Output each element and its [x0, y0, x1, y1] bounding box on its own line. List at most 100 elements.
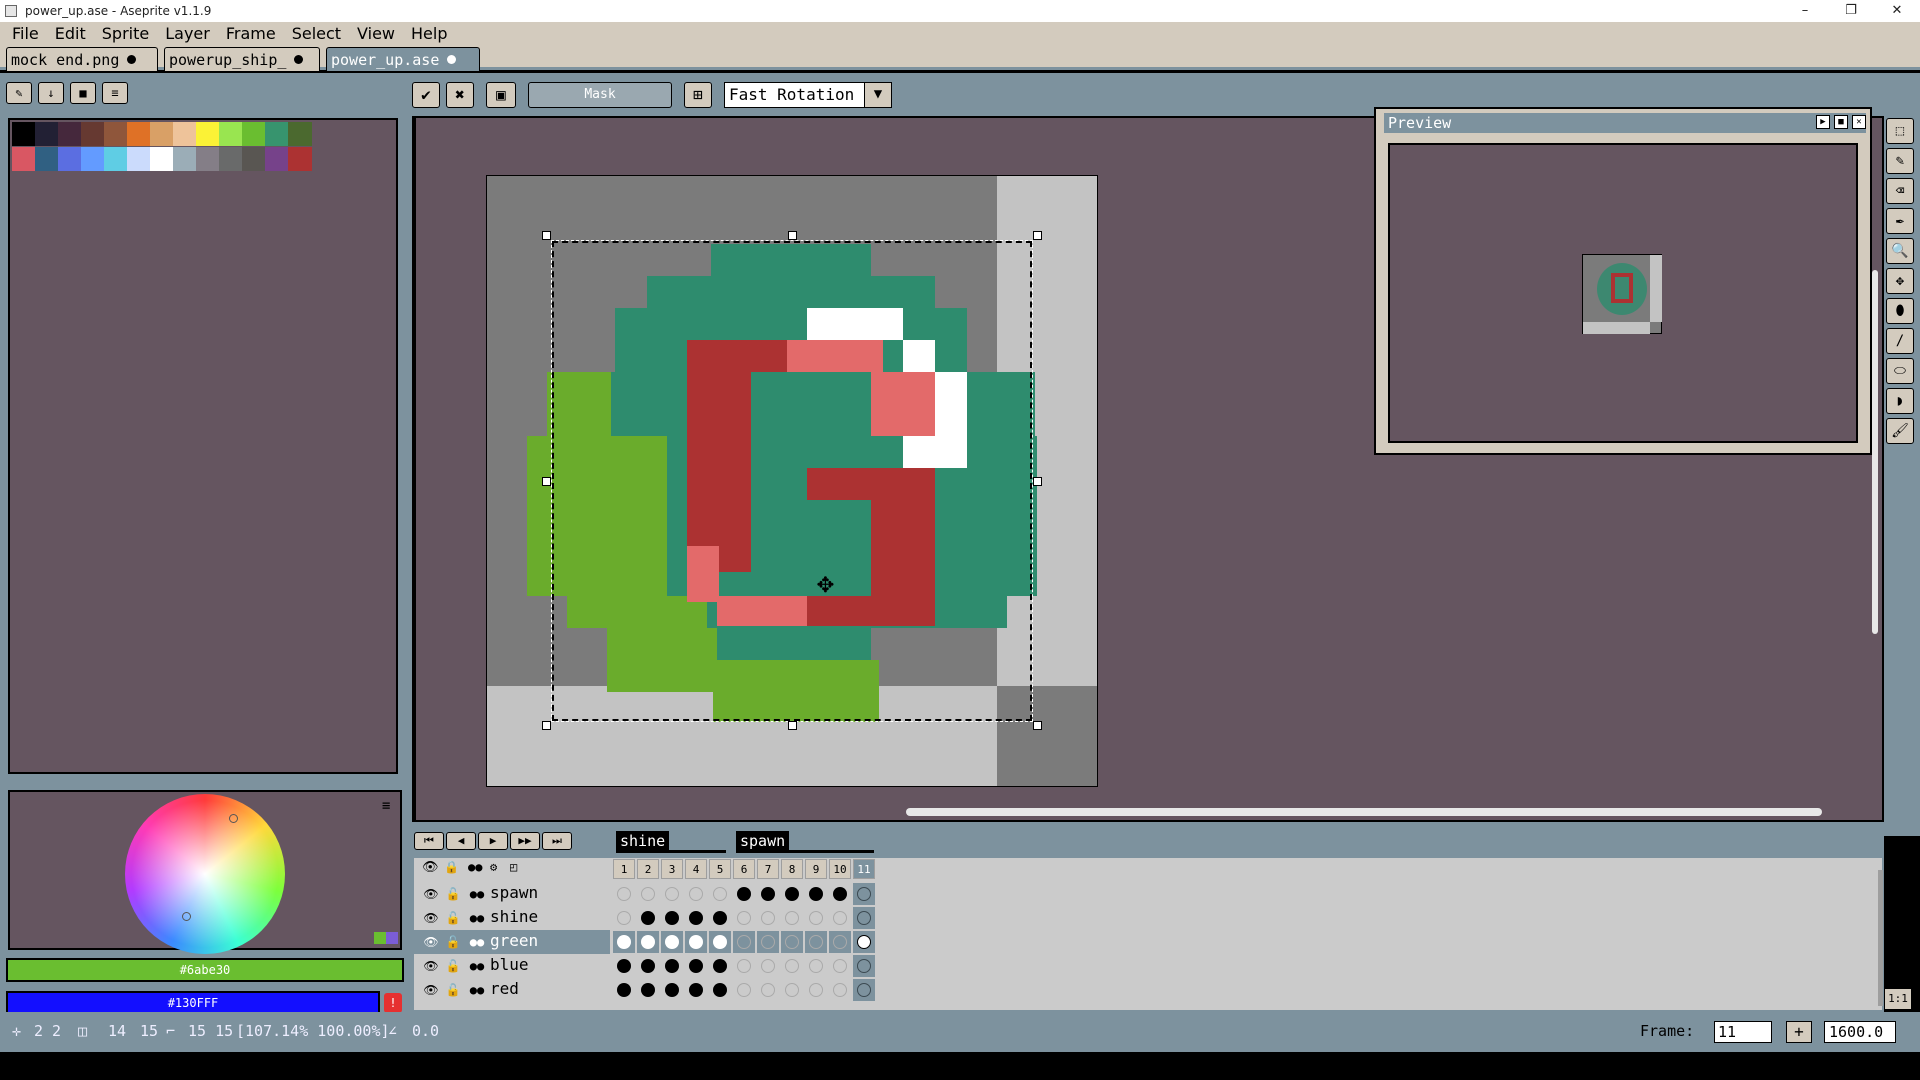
marquee-tool-icon[interactable]: ⬚ [1886, 118, 1914, 144]
cel[interactable] [805, 931, 827, 953]
frame-header-6[interactable]: 6 [733, 859, 755, 879]
eye-icon[interactable]: 👁 [422, 981, 440, 999]
preview-fullscreen-button[interactable]: ■ [1834, 115, 1848, 129]
layer-row-shine[interactable]: 👁 🔓 ●● shine [414, 906, 610, 930]
continuous-icon[interactable]: ●● [468, 933, 486, 951]
cel[interactable] [709, 883, 731, 905]
frame-header-3[interactable]: 3 [661, 859, 683, 879]
next-frame-button[interactable]: ▶▶ [510, 832, 540, 850]
wheel-marker[interactable] [182, 912, 191, 921]
frame-header-1[interactable]: 1 [613, 859, 635, 879]
color-wheel[interactable] [125, 794, 285, 954]
onion-skin-icon[interactable]: ◰ [510, 860, 517, 874]
lock-icon[interactable]: 🔓 [444, 981, 462, 999]
blur-tool-icon[interactable]: 🖌 [1886, 418, 1914, 444]
tab-power-up[interactable]: power_up.ase [326, 47, 480, 71]
menu-view[interactable]: View [349, 24, 403, 43]
cancel-transform-button[interactable]: ✖ [446, 82, 474, 108]
first-frame-button[interactable]: ⏮ [414, 832, 444, 850]
color-warning-icon[interactable]: ! [384, 993, 402, 1013]
layer-name[interactable]: spawn [490, 883, 538, 902]
zoom-input[interactable]: 1600.0 [1824, 1021, 1896, 1043]
cel[interactable] [757, 931, 779, 953]
cel[interactable] [781, 955, 803, 977]
cel[interactable] [853, 907, 875, 929]
cel[interactable] [613, 979, 635, 1001]
cel[interactable] [661, 907, 683, 929]
transform-handle[interactable] [1033, 231, 1042, 240]
transform-handle[interactable] [1033, 477, 1042, 486]
transform-handle[interactable] [542, 721, 551, 730]
palette-swatch[interactable] [196, 147, 220, 171]
cel[interactable] [829, 907, 851, 929]
frame-header-4[interactable]: 4 [685, 859, 707, 879]
cel[interactable] [733, 883, 755, 905]
layer-name[interactable]: shine [490, 907, 538, 926]
cel[interactable] [685, 907, 707, 929]
wheel-marker[interactable] [229, 814, 238, 823]
play-button[interactable]: ▶ [478, 832, 508, 850]
wheel-options-icon[interactable]: ≡ [382, 798, 390, 814]
cel[interactable] [781, 979, 803, 1001]
palette-swatch[interactable] [81, 147, 105, 171]
continuous-icon[interactable]: ●● [468, 957, 486, 975]
palette-presets-button[interactable]: ■ [70, 82, 96, 104]
frame-header-11[interactable]: 11 [853, 859, 875, 879]
frame-header-7[interactable]: 7 [757, 859, 779, 879]
mask-color-button[interactable]: Mask [528, 82, 672, 108]
maximize-button[interactable]: ❐ [1828, 0, 1874, 22]
tab-powerup-ship[interactable]: powerup_ship_ [164, 47, 320, 71]
cel[interactable] [661, 931, 683, 953]
menu-file[interactable]: File [4, 24, 47, 43]
transform-handle[interactable] [542, 231, 551, 240]
move-tool-icon[interactable]: ✥ [1886, 268, 1914, 294]
menu-layer[interactable]: Layer [157, 24, 218, 43]
transform-handle[interactable] [1033, 721, 1042, 730]
layer-name[interactable]: blue [490, 955, 529, 974]
palette-swatch[interactable] [196, 122, 220, 146]
cel[interactable] [637, 907, 659, 929]
palette-swatch[interactable] [35, 147, 59, 171]
contour-tool-icon[interactable]: ◗ [1886, 388, 1914, 414]
menu-help[interactable]: Help [403, 24, 455, 43]
cel[interactable] [781, 931, 803, 953]
cel[interactable] [805, 907, 827, 929]
layer-name[interactable]: green [490, 931, 538, 950]
lock-icon[interactable]: 🔓 [444, 933, 462, 951]
transform-handle[interactable] [788, 231, 797, 240]
palette-swatch[interactable] [12, 122, 36, 146]
cel[interactable] [805, 883, 827, 905]
eye-icon[interactable]: 👁 [422, 885, 440, 903]
menu-frame[interactable]: Frame [218, 24, 284, 43]
cel[interactable] [613, 955, 635, 977]
eye-icon[interactable]: 👁 [422, 909, 440, 927]
tag-shine[interactable]: shine [616, 831, 670, 851]
vertical-scrollbar[interactable] [1872, 270, 1878, 634]
palette-swatch[interactable] [219, 147, 243, 171]
palette-swatch[interactable] [219, 122, 243, 146]
cel[interactable] [757, 979, 779, 1001]
palette-swatch[interactable] [81, 122, 105, 146]
cel[interactable] [853, 931, 875, 953]
palette-swatch[interactable] [265, 122, 289, 146]
apply-transform-button[interactable]: ✔ [412, 82, 440, 108]
gear-icon[interactable]: ⚙ [490, 860, 497, 874]
cel[interactable] [853, 979, 875, 1001]
close-button[interactable]: ✕ [1874, 0, 1920, 22]
palette-swatch[interactable] [35, 122, 59, 146]
eye-icon[interactable]: 👁 [422, 933, 440, 951]
cel[interactable] [685, 931, 707, 953]
layer-row-blue[interactable]: 👁 🔓 ●● blue [414, 954, 610, 978]
palette-swatch[interactable] [288, 147, 312, 171]
cel[interactable] [685, 979, 707, 1001]
cel[interactable] [709, 931, 731, 953]
cel[interactable] [757, 883, 779, 905]
palette-swatch[interactable] [12, 147, 36, 171]
pivot-button[interactable]: ⊞ [684, 82, 712, 108]
lock-header-icon[interactable]: 🔒 [444, 860, 459, 874]
cel[interactable] [733, 931, 755, 953]
palette-swatch[interactable] [150, 122, 174, 146]
cel[interactable] [661, 955, 683, 977]
palette-swatch[interactable] [127, 147, 151, 171]
frame-header-9[interactable]: 9 [805, 859, 827, 879]
